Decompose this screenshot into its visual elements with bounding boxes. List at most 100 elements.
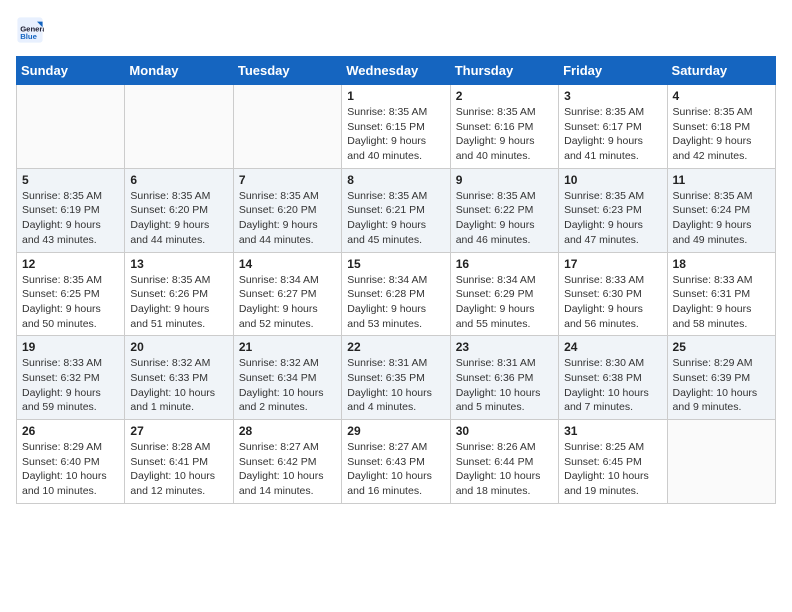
calendar-cell: 23 Sunrise: 8:31 AM Sunset: 6:36 PM Dayli…: [450, 336, 558, 420]
calendar-cell: 1 Sunrise: 8:35 AM Sunset: 6:15 PM Daylig…: [342, 85, 450, 169]
calendar-cell: 2 Sunrise: 8:35 AM Sunset: 6:16 PM Daylig…: [450, 85, 558, 169]
calendar-cell: 5 Sunrise: 8:35 AM Sunset: 6:19 PM Daylig…: [17, 168, 125, 252]
day-number: 24: [564, 340, 661, 354]
calendar-cell: 11 Sunrise: 8:35 AM Sunset: 6:24 PM Dayli…: [667, 168, 775, 252]
calendar-cell: 7Sunrise: 8:35 AM Sunset: 6:20 PM Daylig…: [233, 168, 341, 252]
day-number: 31: [564, 424, 661, 438]
day-number: 5: [22, 173, 119, 187]
day-info: Sunrise: 8:33 AM Sunset: 6:32 PM Dayligh…: [22, 356, 119, 415]
day-number: 8: [347, 173, 444, 187]
calendar-cell: 9Sunrise: 8:35 AM Sunset: 6:22 PM Daylig…: [450, 168, 558, 252]
day-info: Sunrise: 8:35 AM Sunset: 6:25 PM Dayligh…: [22, 273, 119, 332]
calendar-cell: 18 Sunrise: 8:33 AM Sunset: 6:31 PM Dayli…: [667, 252, 775, 336]
day-info: Sunrise: 8:34 AM Sunset: 6:28 PM Dayligh…: [347, 273, 444, 332]
day-number: 11: [673, 173, 770, 187]
day-info: Sunrise: 8:35 AM Sunset: 6:18 PM Dayligh…: [673, 105, 770, 164]
day-number: 22: [347, 340, 444, 354]
calendar-cell: 21Sunrise: 8:32 AM Sunset: 6:34 PM Dayli…: [233, 336, 341, 420]
day-info: Sunrise: 8:33 AM Sunset: 6:30 PM Dayligh…: [564, 273, 661, 332]
day-info: Sunrise: 8:34 AM Sunset: 6:29 PM Dayligh…: [456, 273, 553, 332]
calendar-cell: 30 Sunrise: 8:26 AM Sunset: 6:44 PM Dayli…: [450, 420, 558, 504]
calendar-cell: 17 Sunrise: 8:33 AM Sunset: 6:30 PM Dayli…: [559, 252, 667, 336]
day-number: 18: [673, 257, 770, 271]
calendar-cell: [125, 85, 233, 169]
day-info: Sunrise: 8:35 AM Sunset: 6:21 PM Dayligh…: [347, 189, 444, 248]
day-number: 25: [673, 340, 770, 354]
calendar-cell: 13 Sunrise: 8:35 AM Sunset: 6:26 PM Dayli…: [125, 252, 233, 336]
day-info: Sunrise: 8:31 AM Sunset: 6:35 PM Dayligh…: [347, 356, 444, 415]
weekday-header: Tuesday: [233, 57, 341, 85]
calendar-cell: 6 Sunrise: 8:35 AM Sunset: 6:20 PM Daylig…: [125, 168, 233, 252]
day-number: 1: [347, 89, 444, 103]
calendar-cell: 14 Sunrise: 8:34 AM Sunset: 6:27 PM Dayli…: [233, 252, 341, 336]
calendar-cell: 10 Sunrise: 8:35 AM Sunset: 6:23 PM Dayli…: [559, 168, 667, 252]
calendar-cell: 31 Sunrise: 8:25 AM Sunset: 6:45 PM Dayli…: [559, 420, 667, 504]
day-number: 19: [22, 340, 119, 354]
weekday-header: Sunday: [17, 57, 125, 85]
logo: General Blue: [16, 16, 48, 44]
day-number: 4: [673, 89, 770, 103]
calendar: SundayMondayTuesdayWednesdayThursdayFrid…: [16, 56, 776, 504]
day-number: 10: [564, 173, 661, 187]
calendar-cell: 4 Sunrise: 8:35 AM Sunset: 6:18 PM Daylig…: [667, 85, 775, 169]
calendar-cell: 25Sunrise: 8:29 AM Sunset: 6:39 PM Dayli…: [667, 336, 775, 420]
weekday-header: Thursday: [450, 57, 558, 85]
calendar-cell: 27 Sunrise: 8:28 AM Sunset: 6:41 PM Dayli…: [125, 420, 233, 504]
day-number: 16: [456, 257, 553, 271]
day-number: 2: [456, 89, 553, 103]
day-info: Sunrise: 8:34 AM Sunset: 6:27 PM Dayligh…: [239, 273, 336, 332]
calendar-cell: 20Sunrise: 8:32 AM Sunset: 6:33 PM Dayli…: [125, 336, 233, 420]
day-info: Sunrise: 8:27 AM Sunset: 6:43 PM Dayligh…: [347, 440, 444, 499]
day-info: Sunrise: 8:35 AM Sunset: 6:20 PM Dayligh…: [130, 189, 227, 248]
day-number: 3: [564, 89, 661, 103]
day-info: Sunrise: 8:35 AM Sunset: 6:17 PM Dayligh…: [564, 105, 661, 164]
calendar-cell: 12 Sunrise: 8:35 AM Sunset: 6:25 PM Dayli…: [17, 252, 125, 336]
calendar-cell: 16 Sunrise: 8:34 AM Sunset: 6:29 PM Dayli…: [450, 252, 558, 336]
weekday-header: Friday: [559, 57, 667, 85]
day-number: 30: [456, 424, 553, 438]
day-number: 29: [347, 424, 444, 438]
day-info: Sunrise: 8:35 AM Sunset: 6:20 PM Dayligh…: [239, 189, 336, 248]
day-info: Sunrise: 8:25 AM Sunset: 6:45 PM Dayligh…: [564, 440, 661, 499]
day-number: 14: [239, 257, 336, 271]
logo-icon: General Blue: [16, 16, 44, 44]
calendar-cell: 19 Sunrise: 8:33 AM Sunset: 6:32 PM Dayli…: [17, 336, 125, 420]
calendar-cell: [667, 420, 775, 504]
day-number: 12: [22, 257, 119, 271]
day-info: Sunrise: 8:35 AM Sunset: 6:19 PM Dayligh…: [22, 189, 119, 248]
day-info: Sunrise: 8:35 AM Sunset: 6:16 PM Dayligh…: [456, 105, 553, 164]
day-info: Sunrise: 8:27 AM Sunset: 6:42 PM Dayligh…: [239, 440, 336, 499]
day-info: Sunrise: 8:31 AM Sunset: 6:36 PM Dayligh…: [456, 356, 553, 415]
day-number: 28: [239, 424, 336, 438]
day-number: 21: [239, 340, 336, 354]
calendar-cell: 28 Sunrise: 8:27 AM Sunset: 6:42 PM Dayli…: [233, 420, 341, 504]
weekday-header: Saturday: [667, 57, 775, 85]
day-info: Sunrise: 8:26 AM Sunset: 6:44 PM Dayligh…: [456, 440, 553, 499]
calendar-cell: [233, 85, 341, 169]
day-number: 17: [564, 257, 661, 271]
day-number: 13: [130, 257, 227, 271]
weekday-header: Monday: [125, 57, 233, 85]
day-number: 20: [130, 340, 227, 354]
day-info: Sunrise: 8:33 AM Sunset: 6:31 PM Dayligh…: [673, 273, 770, 332]
day-info: Sunrise: 8:30 AM Sunset: 6:38 PM Dayligh…: [564, 356, 661, 415]
day-number: 6: [130, 173, 227, 187]
day-info: Sunrise: 8:35 AM Sunset: 6:23 PM Dayligh…: [564, 189, 661, 248]
day-number: 9: [456, 173, 553, 187]
day-info: Sunrise: 8:29 AM Sunset: 6:40 PM Dayligh…: [22, 440, 119, 499]
svg-text:Blue: Blue: [20, 32, 37, 41]
calendar-cell: 22 Sunrise: 8:31 AM Sunset: 6:35 PM Dayli…: [342, 336, 450, 420]
day-info: Sunrise: 8:35 AM Sunset: 6:26 PM Dayligh…: [130, 273, 227, 332]
calendar-cell: 24 Sunrise: 8:30 AM Sunset: 6:38 PM Dayli…: [559, 336, 667, 420]
weekday-header: Wednesday: [342, 57, 450, 85]
header: General Blue: [16, 16, 776, 44]
calendar-cell: 15 Sunrise: 8:34 AM Sunset: 6:28 PM Dayli…: [342, 252, 450, 336]
day-number: 15: [347, 257, 444, 271]
day-number: 23: [456, 340, 553, 354]
day-info: Sunrise: 8:35 AM Sunset: 6:24 PM Dayligh…: [673, 189, 770, 248]
calendar-cell: [17, 85, 125, 169]
day-number: 27: [130, 424, 227, 438]
day-info: Sunrise: 8:28 AM Sunset: 6:41 PM Dayligh…: [130, 440, 227, 499]
day-info: Sunrise: 8:35 AM Sunset: 6:15 PM Dayligh…: [347, 105, 444, 164]
calendar-cell: 26Sunrise: 8:29 AM Sunset: 6:40 PM Dayli…: [17, 420, 125, 504]
